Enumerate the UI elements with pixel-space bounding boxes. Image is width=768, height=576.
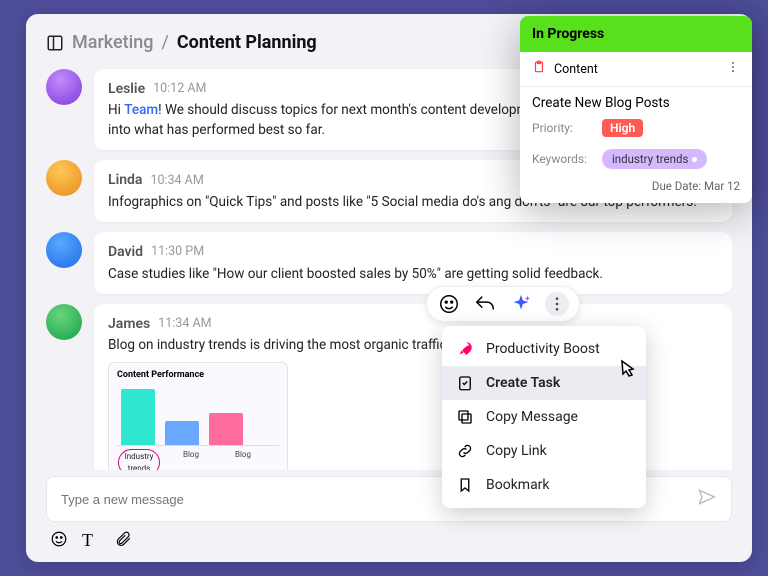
chart-category: Blog bbox=[170, 449, 212, 470]
task-title: Create New Blog Posts bbox=[520, 87, 752, 113]
send-icon[interactable] bbox=[697, 487, 717, 511]
message-author: Linda bbox=[108, 170, 142, 190]
emoji-icon[interactable] bbox=[50, 530, 68, 548]
sparkle-icon[interactable] bbox=[509, 292, 533, 316]
chart-bar bbox=[165, 421, 199, 445]
message-time: 10:34 AM bbox=[150, 172, 203, 190]
breadcrumb-parent[interactable]: Marketing bbox=[72, 32, 153, 53]
menu-item-copy-link[interactable]: Copy Link bbox=[442, 434, 646, 468]
composer-tools: T bbox=[46, 522, 732, 548]
reaction-bar bbox=[426, 286, 580, 322]
menu-item-productivity-boost[interactable]: Productivity Boost bbox=[442, 332, 646, 366]
mention[interactable]: Team bbox=[124, 102, 158, 118]
task-board-name: Content bbox=[554, 62, 726, 77]
task-icon bbox=[456, 374, 474, 392]
avatar[interactable] bbox=[46, 69, 82, 105]
chart-category: Blog bbox=[222, 449, 264, 470]
message-bubble[interactable]: David 11:30 PM Case studies like "How ou… bbox=[94, 232, 732, 294]
menu-item-copy-message[interactable]: Copy Message bbox=[442, 400, 646, 434]
message-text-pre: Hi bbox=[108, 102, 124, 118]
menu-item-label: Copy Link bbox=[486, 443, 547, 459]
chart-bar bbox=[121, 389, 155, 445]
bookmark-icon bbox=[456, 476, 474, 494]
task-card[interactable]: In Progress Content Create New Blog Post… bbox=[520, 16, 752, 203]
task-priority-label: Priority: bbox=[532, 121, 592, 135]
clipboard-icon bbox=[532, 60, 546, 78]
reply-icon[interactable] bbox=[473, 292, 497, 316]
keyword-tag[interactable]: industry trends bbox=[602, 149, 707, 169]
attach-icon[interactable] bbox=[114, 530, 132, 548]
breadcrumb-separator: / bbox=[161, 32, 168, 53]
chart-area bbox=[117, 386, 279, 446]
more-icon[interactable] bbox=[545, 292, 569, 316]
message-author: Leslie bbox=[108, 79, 145, 99]
copy-icon bbox=[456, 408, 474, 426]
priority-badge[interactable]: High bbox=[602, 119, 643, 137]
message-author: James bbox=[108, 314, 150, 334]
menu-item-create-task[interactable]: Create Task bbox=[442, 366, 646, 400]
message-text: Case studies like "How our client booste… bbox=[108, 266, 603, 282]
chart-attachment[interactable]: Content Performance Industry trends Blog… bbox=[108, 362, 288, 470]
chart-labels: Industry trends Blog Blog bbox=[117, 446, 279, 470]
menu-item-label: Productivity Boost bbox=[486, 341, 600, 357]
chart-category-highlighted: Industry trends bbox=[118, 449, 160, 470]
panel-icon bbox=[46, 34, 64, 52]
task-status-header: In Progress bbox=[520, 16, 752, 52]
context-menu: Productivity Boost Create Task Copy Mess… bbox=[442, 326, 646, 508]
message-time: 10:12 AM bbox=[153, 80, 206, 98]
message-time: 11:30 PM bbox=[151, 243, 204, 261]
emoji-icon[interactable] bbox=[437, 292, 461, 316]
breadcrumb-current: Content Planning bbox=[177, 32, 317, 53]
more-icon[interactable] bbox=[726, 60, 740, 78]
rocket-icon bbox=[456, 340, 474, 358]
chart-bar bbox=[209, 413, 243, 445]
avatar[interactable] bbox=[46, 160, 82, 196]
chart-title: Content Performance bbox=[117, 369, 279, 382]
message-row: David 11:30 PM Case studies like "How ou… bbox=[46, 232, 732, 294]
menu-item-label: Bookmark bbox=[486, 477, 550, 493]
menu-item-label: Create Task bbox=[486, 375, 560, 391]
message-time: 11:34 AM bbox=[158, 315, 211, 333]
menu-item-bookmark[interactable]: Bookmark bbox=[442, 468, 646, 502]
task-due-date: Due Date: Mar 12 bbox=[520, 175, 752, 203]
avatar[interactable] bbox=[46, 232, 82, 268]
message-author: David bbox=[108, 242, 143, 262]
menu-item-label: Copy Message bbox=[486, 409, 578, 425]
text-format-icon[interactable]: T bbox=[82, 530, 100, 548]
task-keywords-label: Keywords: bbox=[532, 152, 592, 166]
avatar[interactable] bbox=[46, 304, 82, 340]
link-icon bbox=[456, 442, 474, 460]
